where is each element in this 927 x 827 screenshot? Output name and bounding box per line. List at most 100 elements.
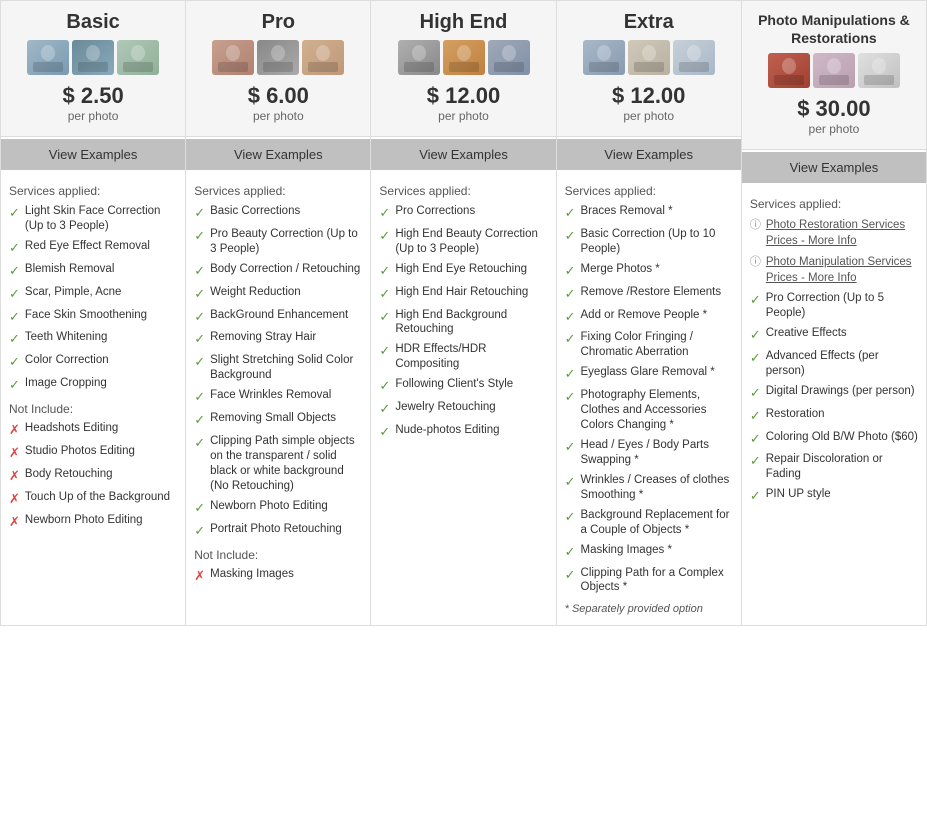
services-label-pro: Services applied: <box>194 184 362 198</box>
check-icon: ✓ <box>750 292 761 309</box>
included-text-high-end-5: HDR Effects/HDR Compositing <box>395 342 547 372</box>
photo-thumb-pro-0 <box>212 40 254 75</box>
col-basic: Basic $ 2.50per photoView E <box>1 1 186 625</box>
included-text-extra-7: Photography Elements, Clothes and Access… <box>581 388 733 433</box>
included-item-high-end-8: ✓ Nude-photos Editing <box>379 423 547 441</box>
cross-icon: ✗ <box>9 445 20 462</box>
included-item-pro-1: ✓Pro Beauty Correction (Up to 3 People) <box>194 227 362 257</box>
view-examples-btn-extra[interactable]: View Examples <box>557 139 741 170</box>
photo-thumb-extra-1 <box>628 40 670 75</box>
photo-thumb-photo-manipulations-2 <box>858 53 900 88</box>
photo-thumb-high-end-1 <box>443 40 485 75</box>
check-icon: ✓ <box>379 205 390 222</box>
included-item-high-end-2: ✓High End Eye Retouching <box>379 262 547 280</box>
included-text-high-end-2: High End Eye Retouching <box>395 262 527 277</box>
cross-icon: ✗ <box>9 514 20 531</box>
check-icon: ✓ <box>379 401 390 418</box>
price-photo-manipulations: $ 30.00 <box>747 96 921 122</box>
view-examples-btn-photo-manipulations[interactable]: View Examples <box>742 152 926 183</box>
photo-thumb-basic-0 <box>27 40 69 75</box>
photos-row-pro <box>191 40 365 75</box>
included-text-extra-0: Braces Removal * <box>581 204 673 219</box>
included-item-extra-6: ✓Eyeglass Glare Removal * <box>565 365 733 383</box>
included-text-basic-0: Light Skin Face Correction (Up to 3 Peop… <box>25 204 177 234</box>
info-link-photo-manipulations-1-label[interactable]: Photo Manipulation Services <box>766 256 912 268</box>
check-icon: ✓ <box>379 424 390 441</box>
check-icon: ✓ <box>194 500 205 517</box>
info-icon: ⓘ <box>750 218 761 232</box>
included-item-high-end-3: ✓ High End Hair Retouching <box>379 285 547 303</box>
included-item-pro-9: ✓Clipping Path simple objects on the tra… <box>194 434 362 494</box>
info-item-text-photo-manipulations-0: Photo Restoration Services Prices - More … <box>766 217 905 249</box>
col-header-high-end: High End $ 12.00per photo <box>371 1 555 137</box>
photo-thumb-extra-0 <box>583 40 625 75</box>
col-header-extra: Extra $ 12.00per photo <box>557 1 741 137</box>
view-examples-btn-pro[interactable]: View Examples <box>186 139 370 170</box>
check-icon: ✓ <box>194 286 205 303</box>
included-text-high-end-0: Pro Corrections <box>395 204 475 219</box>
included-text-high-end-3: High End Hair Retouching <box>395 285 528 300</box>
included-item-pro-7: ✓ Face Wrinkles Removal <box>194 388 362 406</box>
info-link-photo-manipulations-0-label[interactable]: Photo Restoration Services <box>766 219 905 231</box>
check-icon: ✓ <box>194 331 205 348</box>
check-icon: ✓ <box>379 309 390 326</box>
price-sub-high-end: per photo <box>376 109 550 123</box>
excluded-text-basic-4: Newborn Photo Editing <box>25 513 143 528</box>
included-text-extra-12: Clipping Path for a Complex Objects * <box>581 566 733 596</box>
included-item-extra-10: ✓Background Replacement for a Couple of … <box>565 508 733 538</box>
col-title-photo-manipulations: Photo Manipulations & Restorations <box>747 11 921 47</box>
included-item-extra-4: ✓Add or Remove People * <box>565 308 733 326</box>
included-text-pro-11: Portrait Photo Retouching <box>210 522 342 537</box>
check-icon: ✓ <box>565 228 576 245</box>
included-text-extra-9: Wrinkles / Creases of clothes Smoothing … <box>581 473 733 503</box>
col-header-photo-manipulations: Photo Manipulations & Restorations <box>742 1 926 150</box>
included-text-pro-5: Removing Stray Hair <box>210 330 316 345</box>
included-item-photo-manipulations-7: ✓PIN UP style <box>750 487 918 505</box>
info-link-photo-manipulations-0-sub[interactable]: Prices - More Info <box>766 235 857 247</box>
check-icon: ✓ <box>750 385 761 402</box>
photo-thumb-high-end-2 <box>488 40 530 75</box>
check-icon: ✓ <box>565 331 576 348</box>
col-pro: Pro $ 6.00per photoView Exa <box>186 1 371 625</box>
included-text-pro-1: Pro Beauty Correction (Up to 3 People) <box>210 227 362 257</box>
included-item-pro-4: ✓BackGround Enhancement <box>194 308 362 326</box>
included-text-high-end-8: Nude-photos Editing <box>395 423 499 438</box>
cross-icon: ✗ <box>194 568 205 585</box>
view-examples-btn-basic[interactable]: View Examples <box>1 139 185 170</box>
services-label-photo-manipulations: Services applied: <box>750 197 918 211</box>
included-text-photo-manipulations-0: Pro Correction (Up to 5 People) <box>766 291 918 321</box>
not-include-label-basic: Not Include: <box>9 402 177 416</box>
check-icon: ✓ <box>750 431 761 448</box>
included-item-extra-1: ✓Basic Correction (Up to 10 People) <box>565 227 733 257</box>
included-item-photo-manipulations-2: ✓Advanced Effects (per person) <box>750 349 918 379</box>
view-examples-btn-high-end[interactable]: View Examples <box>371 139 555 170</box>
price-sub-basic: per photo <box>6 109 180 123</box>
included-item-high-end-5: ✓ HDR Effects/HDR Compositing <box>379 342 547 372</box>
included-item-high-end-0: ✓ Pro Corrections <box>379 204 547 222</box>
included-text-extra-4: Add or Remove People * <box>581 308 708 323</box>
included-item-pro-0: ✓Basic Corrections <box>194 204 362 222</box>
included-text-pro-7: Face Wrinkles Removal <box>210 388 331 403</box>
photos-row-basic <box>6 40 180 75</box>
info-link-photo-manipulations-1-sub[interactable]: Prices - More Info <box>766 272 857 284</box>
included-item-photo-manipulations-5: ✓Coloring Old B/W Photo ($60) <box>750 430 918 448</box>
excluded-item-basic-0: ✗Headshots Editing <box>9 421 177 439</box>
col-title-basic: Basic <box>6 11 180 34</box>
check-icon: ✓ <box>379 286 390 303</box>
check-icon: ✓ <box>194 389 205 406</box>
excluded-text-pro-0: Masking Images <box>210 567 294 582</box>
check-icon: ✓ <box>379 343 390 360</box>
included-text-pro-3: Weight Reduction <box>210 285 301 300</box>
info-item-photo-manipulations-1: ⓘPhoto Manipulation ServicesPrices - Mor… <box>750 254 918 286</box>
check-icon: ✓ <box>565 389 576 406</box>
included-item-pro-11: ✓Portrait Photo Retouching <box>194 522 362 540</box>
check-icon: ✓ <box>750 327 761 344</box>
price-high-end: $ 12.00 <box>376 83 550 109</box>
col-body-extra: Services applied:✓Braces Removal *✓Basic… <box>557 170 741 625</box>
check-icon: ✓ <box>565 205 576 222</box>
excluded-text-basic-0: Headshots Editing <box>25 421 118 436</box>
included-item-pro-10: ✓Newborn Photo Editing <box>194 499 362 517</box>
included-item-basic-6: ✓Color Correction <box>9 353 177 371</box>
pricing-table: Basic $ 2.50per photoView E <box>0 0 927 626</box>
included-item-pro-2: ✓Body Correction / Retouching <box>194 262 362 280</box>
